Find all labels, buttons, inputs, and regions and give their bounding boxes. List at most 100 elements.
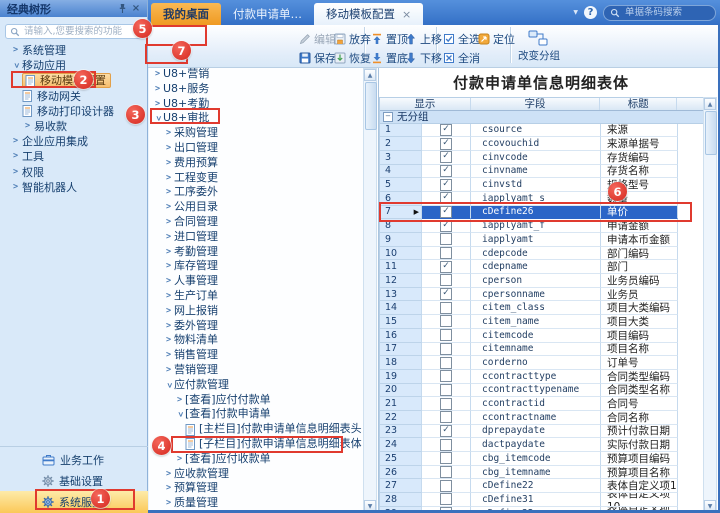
row-checkbox[interactable]: [440, 357, 452, 369]
chevron-right-icon[interactable]: >: [163, 304, 174, 319]
move-up-button[interactable]: 上移: [402, 29, 445, 48]
nav-tree-item[interactable]: [子栏目]付款申请单信息明细表体: [149, 437, 363, 452]
chevron-right-icon[interactable]: >: [163, 467, 174, 482]
row-checkbox[interactable]: ✓: [440, 124, 452, 136]
nav-tree-item[interactable]: >工程变更: [149, 171, 363, 186]
chevron-right-icon[interactable]: >: [163, 274, 174, 289]
table-row[interactable]: 24dactpaydate实际付款日期: [380, 438, 703, 452]
row-checkbox[interactable]: [440, 233, 452, 245]
nav-tree-item[interactable]: >预算管理: [149, 481, 363, 496]
close-icon[interactable]: ×: [129, 2, 143, 15]
chevron-right-icon[interactable]: >: [10, 165, 21, 180]
nav-tree-item[interactable]: >出口管理: [149, 141, 363, 156]
row-checkbox[interactable]: ✓: [440, 179, 452, 191]
chevron-right-icon[interactable]: >: [10, 134, 21, 149]
row-checkbox[interactable]: ✓: [440, 261, 452, 273]
row-checkbox[interactable]: [440, 315, 452, 327]
sidebar-item-basic-settings[interactable]: 基础设置: [0, 470, 148, 491]
tab-1[interactable]: 付款申请单…: [221, 3, 314, 25]
table-row[interactable]: 10cdepcode部门编码: [380, 247, 703, 261]
chevron-right-icon[interactable]: >: [152, 82, 163, 97]
nav-tree-item[interactable]: >工序委外: [149, 185, 363, 200]
nav-tree-item[interactable]: >[查看]应付付款单: [149, 393, 363, 408]
nav-tree-item[interactable]: >[查看]应付收款单: [149, 452, 363, 467]
table-row[interactable]: 8✓iapplyamt_f申请金额: [380, 219, 703, 233]
nav-tree-item[interactable]: >物料清单: [149, 333, 363, 348]
chevron-right-icon[interactable]: >: [163, 230, 174, 245]
table-row[interactable]: 11✓cdepname部门: [380, 260, 703, 274]
tab-0[interactable]: 我的桌面: [151, 3, 221, 25]
row-checkbox[interactable]: ✓: [440, 192, 452, 204]
sidebar-tree-item[interactable]: >企业应用集成: [0, 134, 148, 149]
move-down-button[interactable]: 下移: [402, 48, 445, 67]
table-row[interactable]: 13✓cpersonname业务员: [380, 288, 703, 302]
sidebar-tree-item[interactable]: >易收款: [0, 119, 148, 134]
nav-tree-item[interactable]: >应收款管理: [149, 467, 363, 482]
table-row[interactable]: 18corderno订单号: [380, 356, 703, 370]
chevron-right-icon[interactable]: >: [163, 156, 174, 171]
table-row[interactable]: 23✓dprepaydate预计付款日期: [380, 425, 703, 439]
table-row[interactable]: 7▶✓cDefine26单价: [380, 206, 703, 220]
table-row[interactable]: 27cDefine22表体自定义项1: [380, 479, 703, 493]
chevron-right-icon[interactable]: >: [152, 97, 163, 112]
row-checkbox[interactable]: [440, 247, 452, 259]
nav-tree-item[interactable]: >费用预算: [149, 156, 363, 171]
row-checkbox[interactable]: [440, 274, 452, 286]
scroll-thumb[interactable]: [705, 111, 717, 155]
nav-tree-item[interactable]: >网上报销: [149, 304, 363, 319]
table-row[interactable]: 6✓iapplyamt_s数量: [380, 192, 703, 206]
nav-tree-item[interactable]: >应付款管理: [149, 378, 363, 393]
table-row[interactable]: 25cbg_itemcode预算项目编码: [380, 452, 703, 466]
chevron-down-icon[interactable]: >: [150, 113, 165, 124]
nav-tree-item[interactable]: >公用目录: [149, 200, 363, 215]
table-row[interactable]: 28cDefine31表体自定义项10: [380, 493, 703, 507]
nav-tree-item[interactable]: >U8+营销: [149, 68, 363, 82]
sidebar-tree-item[interactable]: >系统管理: [0, 43, 148, 58]
table-row[interactable]: 4✓cinvname存货名称: [380, 165, 703, 179]
sidebar-tree-item[interactable]: >权限: [0, 165, 148, 180]
row-checkbox[interactable]: [440, 452, 452, 464]
group-row[interactable]: − 无分组: [380, 111, 703, 124]
help-icon[interactable]: ?: [584, 6, 597, 19]
clear-all-button[interactable]: 全消: [440, 48, 483, 67]
sidebar-tree-item[interactable]: >工具: [0, 149, 148, 164]
scroll-thumb[interactable]: [365, 82, 377, 130]
row-checkbox[interactable]: ✓: [440, 206, 452, 218]
row-checkbox[interactable]: [440, 370, 452, 382]
row-checkbox[interactable]: [440, 480, 452, 492]
collapse-group-icon[interactable]: −: [383, 112, 393, 122]
row-checkbox[interactable]: [440, 493, 452, 505]
table-row[interactable]: 26cbg_itemname预算项目名称: [380, 466, 703, 480]
nav-tree-item[interactable]: >U8+考勤: [149, 97, 363, 112]
table-row[interactable]: 9iapplyamt申请本币金额: [380, 233, 703, 247]
chevron-right-icon[interactable]: >: [163, 200, 174, 215]
table-row[interactable]: 17citemname项目名称: [380, 343, 703, 357]
sidebar-tree-item[interactable]: >智能机器人: [0, 180, 148, 195]
detail-scrollbar[interactable]: ▲ ▼: [703, 97, 717, 513]
nav-tree-item[interactable]: >U8+服务: [149, 82, 363, 97]
nav-tree-item[interactable]: >质量管理: [149, 496, 363, 511]
row-checkbox[interactable]: [440, 384, 452, 396]
chevron-right-icon[interactable]: >: [163, 141, 174, 156]
nav-tree-item[interactable]: >U8+审批: [149, 111, 363, 126]
row-checkbox[interactable]: ✓: [440, 138, 452, 150]
sidebar-tree-item[interactable]: 移动模板配置: [0, 73, 148, 88]
nav-tree-item[interactable]: >进口管理: [149, 230, 363, 245]
row-checkbox[interactable]: [440, 398, 452, 410]
chevron-down-icon[interactable]: >: [161, 380, 176, 391]
table-row[interactable]: 21ccontractid合同号: [380, 397, 703, 411]
table-row[interactable]: 15citem_name项目大类: [380, 315, 703, 329]
table-row[interactable]: 19ccontracttype合同类型编码: [380, 370, 703, 384]
nav-tree-item[interactable]: >营销管理: [149, 363, 363, 378]
chevron-right-icon[interactable]: >: [163, 363, 174, 378]
barcode-search-input[interactable]: [623, 6, 715, 19]
nav-tree-item[interactable]: >销售管理: [149, 348, 363, 363]
sidebar-search-input[interactable]: [22, 25, 141, 38]
table-row[interactable]: 3✓cinvcode存货编码: [380, 151, 703, 165]
sidebar-tree-item[interactable]: 移动打印设计器: [0, 104, 148, 119]
chevron-down-icon[interactable]: >: [172, 409, 187, 420]
table-row[interactable]: 16citemcode项目编码: [380, 329, 703, 343]
row-checkbox[interactable]: ✓: [440, 165, 452, 177]
table-row[interactable]: 22ccontractname合同名称: [380, 411, 703, 425]
sidebar-item-business-work[interactable]: 业务工作: [0, 449, 148, 470]
